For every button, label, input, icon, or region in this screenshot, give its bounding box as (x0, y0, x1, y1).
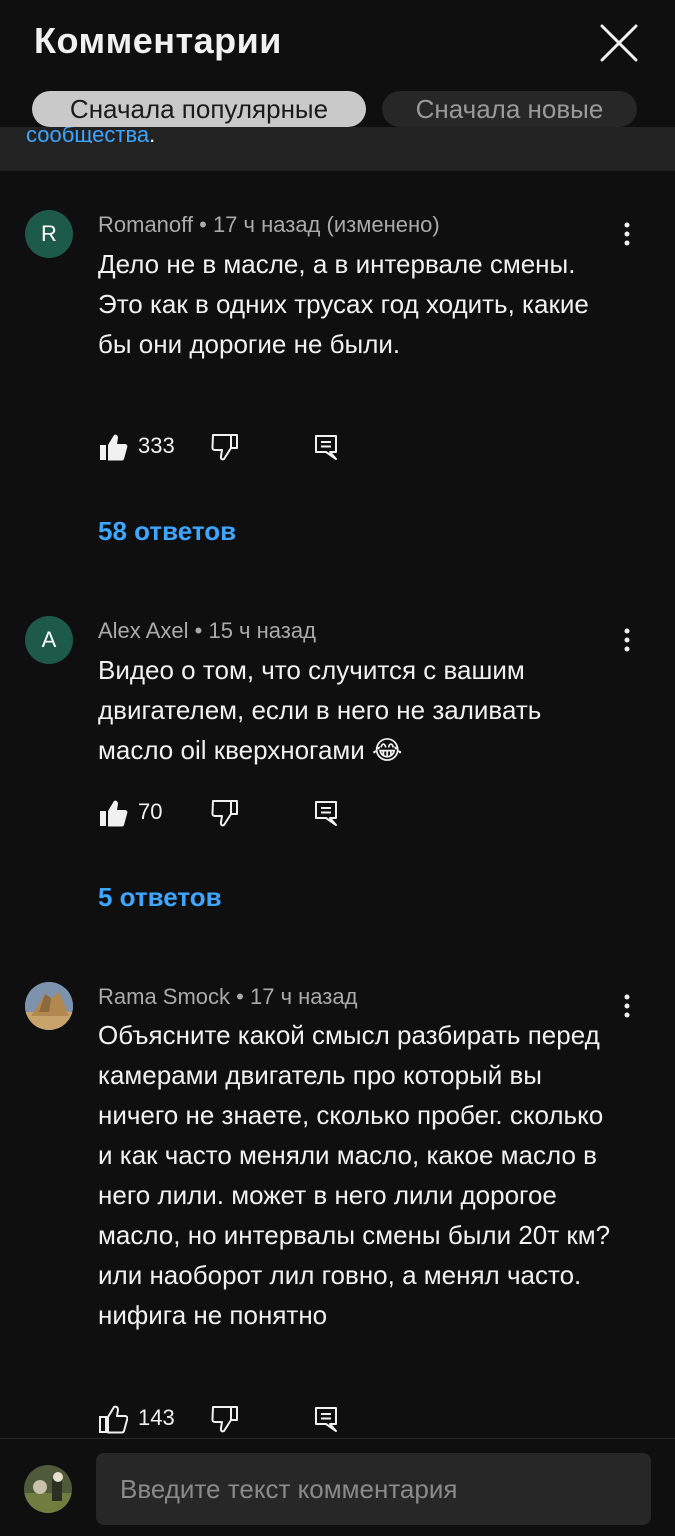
user-avatar-image (24, 1465, 72, 1513)
comment-composer (0, 1438, 675, 1536)
comment-meta: Romanoff • 17 ч назад (изменено) (98, 212, 440, 238)
avatar[interactable] (25, 982, 73, 1030)
comment-text: Дело не в масле, а в интервале смены. Эт… (98, 249, 589, 359)
sort-new-chip[interactable]: Сначала новые (382, 91, 637, 127)
comment-input[interactable] (96, 1453, 651, 1525)
avatar[interactable]: A (25, 616, 73, 664)
replies-link[interactable]: 5 ответов (98, 882, 222, 913)
like-icon[interactable] (98, 1404, 129, 1434)
comment-text: Объясните какой смысл разбирать перед ка… (98, 1020, 611, 1330)
meta-separator: • (236, 984, 250, 1009)
dislike-icon[interactable] (210, 432, 240, 462)
page-title: Комментарии (34, 20, 282, 61)
comment-time: 17 ч назад (изменено) (212, 212, 440, 237)
banner-text: сообщества. (26, 127, 155, 143)
like-count: 333 (138, 433, 175, 458)
close-icon[interactable] (596, 20, 642, 66)
comment-author[interactable]: Romanoff (98, 212, 193, 237)
comment-author[interactable]: Rama Smock (98, 984, 230, 1009)
meta-separator: • (199, 212, 213, 237)
like-count: 143 (138, 1405, 175, 1430)
comment-actions: 70 (98, 798, 358, 832)
sort-popular-chip[interactable]: Сначала популярные (32, 91, 366, 127)
comment-actions: 143 (98, 1404, 358, 1438)
like-count: 70 (138, 799, 163, 824)
more-options-icon[interactable] (617, 625, 637, 655)
avatar-image (25, 982, 73, 1030)
dislike-icon[interactable] (210, 798, 240, 828)
reply-icon[interactable] (312, 798, 342, 828)
comment-actions: 333 (98, 432, 358, 466)
community-link[interactable]: сообщества (26, 127, 149, 143)
comment-meta: Rama Smock • 17 ч назад (98, 984, 357, 1010)
like-icon[interactable] (98, 798, 128, 828)
avatar-letter: A (41, 627, 57, 652)
more-options-icon[interactable] (617, 991, 637, 1021)
comment-text: Видео о том, что случится с вашим двигат… (98, 655, 542, 765)
comments-header: Комментарии (0, 0, 675, 90)
reply-icon[interactable] (312, 432, 342, 462)
comment-time: 15 ч назад (208, 618, 316, 643)
like-icon[interactable] (98, 432, 128, 462)
comment-author[interactable]: Alex Axel (98, 618, 189, 643)
comment-time: 17 ч назад (250, 984, 358, 1009)
comment-meta: Alex Axel • 15 ч назад (98, 618, 316, 644)
meta-separator: • (194, 618, 209, 643)
banner-suffix: . (149, 127, 156, 143)
community-banner: сообщества. (0, 127, 675, 171)
reply-icon[interactable] (312, 1404, 342, 1434)
more-options-icon[interactable] (617, 219, 637, 249)
avatar-letter: R (41, 221, 57, 246)
user-avatar[interactable] (24, 1465, 72, 1513)
replies-link[interactable]: 58 ответов (98, 516, 236, 547)
dislike-icon[interactable] (210, 1404, 240, 1434)
avatar[interactable]: R (25, 210, 73, 258)
